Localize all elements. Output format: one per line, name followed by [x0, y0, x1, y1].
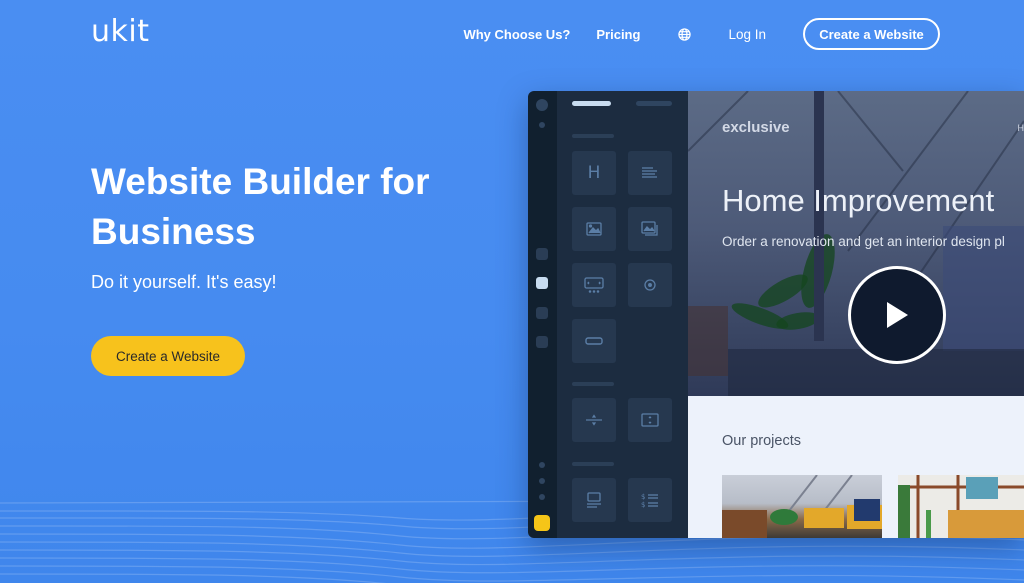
site-preview: exclusive H Home Improvement Order a ren… [688, 91, 1024, 538]
slider-icon [572, 263, 616, 307]
nav-pricing[interactable]: Pricing [596, 27, 640, 42]
create-website-hero-button[interactable]: Create a Website [91, 336, 245, 376]
play-icon [887, 302, 908, 328]
rail-action-badge [534, 515, 550, 531]
preview-subtitle: Order a renovation and get an interior d… [722, 234, 1005, 249]
price-list-icon: $ $ [628, 478, 672, 522]
project-image-decoration [722, 475, 882, 538]
gallery-icon [628, 207, 672, 251]
hero-subtitle: Do it yourself. It's easy! [91, 272, 277, 292]
panel-section-separator [572, 134, 614, 138]
panel-tab [636, 101, 672, 106]
create-website-nav-button[interactable]: Create a Website [803, 18, 940, 50]
rail-dot [539, 122, 545, 128]
project-thumbnail[interactable] [722, 475, 882, 538]
text-block-icon [628, 151, 672, 195]
svg-text:$: $ [641, 493, 645, 501]
preview-title: Home Improvement [722, 183, 995, 218]
hero-title: Website Builder for Business [91, 161, 430, 252]
editor-blocks-panel: H $ $ [557, 91, 688, 538]
rail-item [536, 336, 548, 348]
nav-why-choose-us[interactable]: Why Choose Us? [463, 27, 570, 42]
rail-dot [539, 494, 545, 500]
button-icon [572, 319, 616, 363]
image-icon [572, 207, 616, 251]
rail-item [536, 248, 548, 260]
rail-item [536, 307, 548, 319]
globe-icon[interactable] [678, 27, 692, 41]
preview-menu-fragment: H [1017, 123, 1024, 133]
editor-side-rail [528, 91, 557, 538]
preview-site-name: exclusive [722, 119, 790, 136]
panel-tab-active [572, 101, 611, 106]
spacer-icon [628, 398, 672, 442]
rail-avatar-dot [536, 99, 548, 111]
product-card-icon [572, 478, 616, 522]
divider-icon [572, 398, 616, 442]
rail-dot [539, 462, 545, 468]
preview-hero-image: exclusive H Home Improvement Order a ren… [688, 91, 1024, 396]
top-navigation: Why Choose Us? Pricing Log In Create a W… [463, 18, 940, 50]
editor-mockup: H $ $ exclusive H Home Improvement Order… [528, 91, 1024, 538]
rail-item-active [536, 277, 548, 289]
svg-text:$: $ [641, 501, 645, 508]
project-image-decoration [898, 475, 1024, 538]
panel-section-separator [572, 462, 614, 466]
projects-section-title: Our projects [722, 433, 801, 449]
heading-icon: H [572, 151, 616, 195]
ukit-logo[interactable]: ukit [91, 14, 149, 49]
video-icon [628, 263, 672, 307]
panel-section-separator [572, 382, 614, 386]
play-video-button[interactable] [848, 266, 946, 364]
project-thumbnail[interactable] [898, 475, 1024, 538]
rail-dot [539, 478, 545, 484]
nav-login[interactable]: Log In [728, 27, 766, 42]
